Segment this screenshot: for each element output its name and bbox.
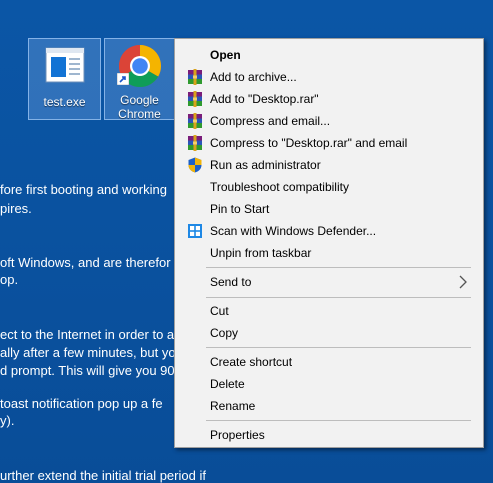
- background-text-line: op.: [0, 272, 19, 287]
- menu-item-label: Troubleshoot compatibility: [210, 180, 349, 194]
- desktop-icon-google-chrome[interactable]: Google Chrome: [104, 38, 175, 121]
- menu-item-pin-to-start[interactable]: Pin to Start: [177, 198, 481, 220]
- menu-item-copy[interactable]: Copy: [177, 322, 481, 344]
- menu-item-label: Cut: [210, 304, 229, 318]
- menu-item-add-to-desktop-rar[interactable]: Add to "Desktop.rar": [177, 88, 481, 110]
- desktop-icon-label: Google Chrome: [118, 93, 161, 121]
- menu-separator: [206, 347, 471, 348]
- background-text-line: oft Windows, and are therefor: [0, 255, 171, 270]
- menu-item-label: Send to: [210, 275, 252, 289]
- menu-item-label: Scan with Windows Defender...: [210, 224, 377, 238]
- menu-item-label: Delete: [210, 377, 245, 391]
- menu-separator: [206, 420, 471, 421]
- desktop-icon-label: test.exe: [43, 95, 86, 109]
- background-text-line: d prompt. This will give you 90: [0, 363, 175, 378]
- menu-item-label: Open: [210, 48, 241, 62]
- windows-defender-icon: [188, 224, 202, 238]
- menu-item-delete[interactable]: Delete: [177, 373, 481, 395]
- menu-item-compress-to-desktop-rar-and-email[interactable]: Compress to "Desktop.rar" and email: [177, 132, 481, 154]
- background-text-line: y).: [0, 413, 15, 428]
- menu-separator: [206, 297, 471, 298]
- menu-item-label: Add to "Desktop.rar": [210, 92, 319, 106]
- menu-item-label: Rename: [210, 399, 256, 413]
- context-menu: Open Add to archive... Add to "Desktop.r…: [174, 38, 484, 448]
- background-text-line: toast notification pop up a fe: [0, 396, 163, 411]
- menu-item-run-as-administrator[interactable]: Run as administrator: [177, 154, 481, 176]
- menu-item-troubleshoot-compatibility[interactable]: Troubleshoot compatibility: [177, 176, 481, 198]
- menu-item-label: Unpin from taskbar: [210, 246, 312, 260]
- shortcut-arrow-icon: [117, 73, 129, 85]
- menu-item-rename[interactable]: Rename: [177, 395, 481, 417]
- menu-item-unpin-from-taskbar[interactable]: Unpin from taskbar: [177, 242, 481, 264]
- menu-item-label: Pin to Start: [210, 202, 270, 216]
- menu-item-label: Compress to "Desktop.rar" and email: [210, 136, 408, 150]
- background-text-line: pires.: [0, 201, 32, 216]
- exe-file-icon: [45, 47, 85, 83]
- menu-item-label: Create shortcut: [210, 355, 293, 369]
- menu-item-label: Properties: [210, 428, 265, 442]
- menu-item-cut[interactable]: Cut: [177, 300, 481, 322]
- background-text-line: ect to the Internet in order to a: [0, 327, 175, 342]
- background-text-line: fore first booting and working: [0, 182, 167, 197]
- winrar-icon: [188, 91, 202, 107]
- desktop-icon-test-exe[interactable]: test.exe: [28, 38, 101, 120]
- chevron-right-icon: [459, 275, 467, 289]
- menu-item-label: Run as administrator: [210, 158, 321, 172]
- menu-item-send-to[interactable]: Send to: [177, 271, 481, 293]
- menu-item-label: Copy: [210, 326, 239, 340]
- menu-item-scan-with-windows-defender[interactable]: Scan with Windows Defender...: [177, 220, 481, 242]
- menu-item-properties[interactable]: Properties: [177, 424, 481, 446]
- winrar-icon: [188, 69, 202, 85]
- menu-separator: [206, 267, 471, 268]
- menu-item-label: Add to archive...: [210, 70, 297, 84]
- menu-item-label: Compress and email...: [210, 114, 331, 128]
- menu-item-open[interactable]: Open: [177, 44, 481, 66]
- background-text-line: urther extend the initial trial period i…: [0, 468, 206, 483]
- winrar-icon: [188, 135, 202, 151]
- desktop: fore first booting and working pires. of…: [0, 0, 493, 483]
- winrar-icon: [188, 113, 202, 129]
- menu-item-compress-and-email[interactable]: Compress and email...: [177, 110, 481, 132]
- background-text-line: ally after a few minutes, but yo: [0, 345, 176, 360]
- uac-shield-icon: [188, 157, 202, 173]
- menu-item-add-to-archive[interactable]: Add to archive...: [177, 66, 481, 88]
- menu-item-create-shortcut[interactable]: Create shortcut: [177, 351, 481, 373]
